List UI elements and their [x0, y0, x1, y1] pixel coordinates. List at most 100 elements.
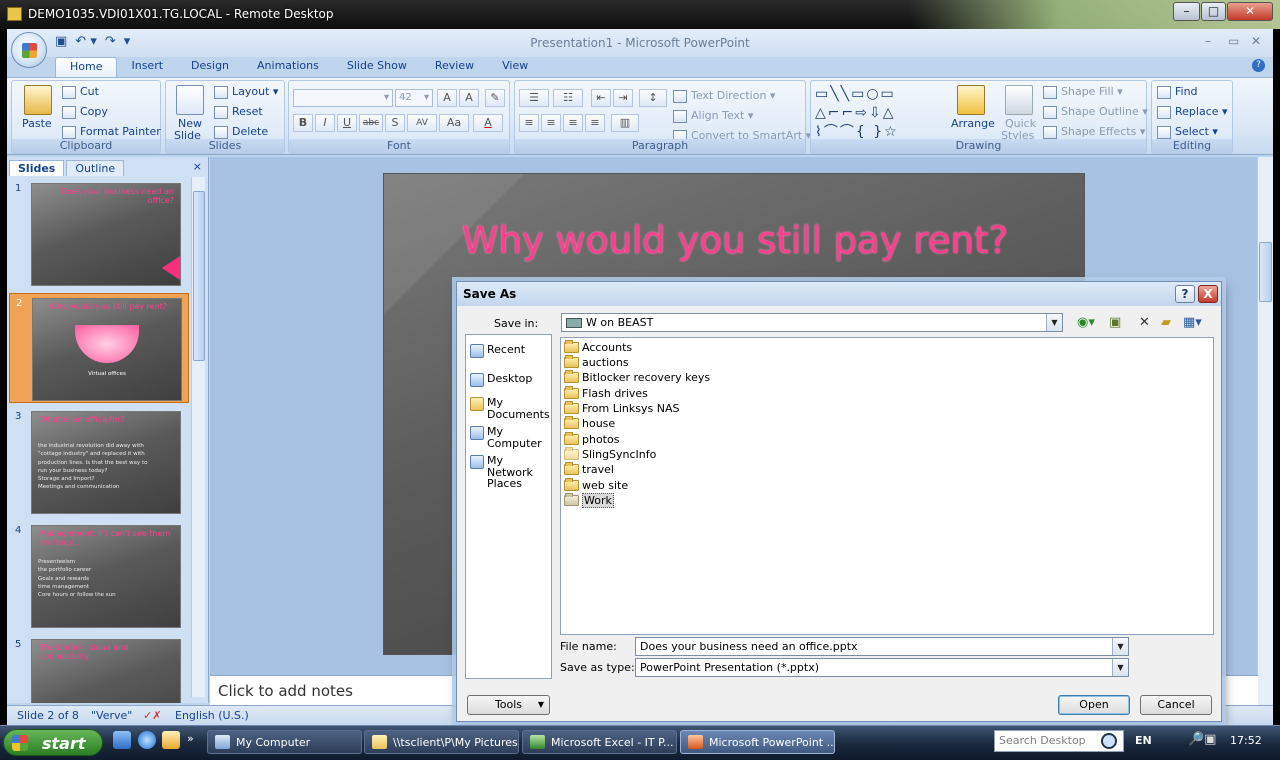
font-size-field[interactable]: 42 ▾ [395, 89, 433, 107]
chevron-right-icon[interactable]: » [187, 732, 194, 745]
slide-title[interactable]: Why would you still pay rent? [384, 219, 1084, 262]
spellcheck-icon[interactable]: ✓✗ [143, 709, 161, 722]
font-color-button[interactable]: A [473, 114, 503, 132]
shape-fill-button[interactable]: Shape Fill ▾ [1043, 85, 1123, 99]
change-case-button[interactable]: Aa [439, 114, 469, 132]
place-my-computer[interactable]: My Computer [470, 426, 550, 449]
tray-icons[interactable]: 🔎▣ [1188, 732, 1216, 747]
underline-button[interactable]: U [337, 114, 357, 132]
shape-effects-button[interactable]: Shape Effects ▾ [1043, 125, 1145, 139]
open-button[interactable]: Open [1058, 695, 1130, 715]
line-spacing-icon[interactable]: ↕ [639, 89, 667, 107]
app-minimize-icon[interactable]: – [1205, 34, 1211, 48]
shadow-button[interactable]: S [385, 114, 405, 132]
folder-item-selected[interactable]: Work [564, 492, 614, 508]
save-as-type-dropdown[interactable]: PowerPoint Presentation (*.pptx) ▼ [635, 658, 1129, 677]
folder-item[interactable]: Accounts [564, 339, 632, 354]
new-folder-icon[interactable]: ▰ [1161, 315, 1171, 330]
search-desktop-input[interactable]: Search Desktop [994, 730, 1124, 752]
close-button[interactable]: ✕ [1227, 2, 1273, 21]
tab-review[interactable]: Review [421, 57, 488, 77]
shape-outline-button[interactable]: Shape Outline ▾ [1043, 105, 1148, 119]
strikethrough-button[interactable]: abc [359, 114, 383, 132]
columns-icon[interactable]: ▥ [611, 114, 639, 132]
justify-icon[interactable]: ≡ [585, 114, 605, 132]
minimize-button[interactable]: – [1173, 2, 1200, 21]
outlook-icon[interactable] [162, 731, 180, 749]
layout-button[interactable]: Layout ▾ [214, 85, 278, 99]
tab-slides[interactable]: Slides [9, 160, 65, 176]
folder-item[interactable]: house [564, 415, 615, 430]
slide-thumbnail-2[interactable]: 2 Why would you still pay rent? Virtual … [9, 293, 189, 403]
internet-explorer-icon[interactable] [138, 731, 156, 749]
place-recent[interactable]: Recent [470, 344, 525, 358]
bullets-icon[interactable]: ☰ [519, 89, 549, 107]
folder-item[interactable]: travel [564, 461, 614, 476]
place-desktop[interactable]: Desktop [470, 373, 532, 387]
copy-button[interactable]: Copy [62, 105, 108, 119]
find-button[interactable]: Find [1157, 85, 1198, 99]
language[interactable]: English (U.S.) [175, 709, 249, 722]
clear-format-icon[interactable]: ✎ [485, 89, 505, 107]
back-icon[interactable]: ◉▾ [1077, 315, 1095, 330]
slide-thumbnail-1[interactable]: 1 Does your business need an office? [9, 179, 189, 289]
tab-outline[interactable]: Outline [66, 160, 125, 176]
increase-indent-icon[interactable]: ⇥ [613, 89, 633, 107]
cut-button[interactable]: Cut [62, 85, 99, 99]
maximize-button[interactable]: □ [1201, 2, 1226, 21]
scroll-thumb[interactable] [193, 191, 205, 361]
canvas-scrollbar[interactable] [1257, 157, 1273, 705]
language-indicator[interactable]: EN [1135, 734, 1152, 747]
chevron-down-icon[interactable]: ▼ [1112, 659, 1128, 676]
folder-item[interactable]: SlingSyncInfo [564, 446, 656, 461]
app-close-icon[interactable]: ✕ [1251, 34, 1261, 48]
reset-button[interactable]: Reset [214, 105, 263, 119]
folder-item[interactable]: Flash drives [564, 385, 648, 400]
file-name-field[interactable]: Does your business need an office.pptx ▼ [635, 637, 1129, 656]
numbering-icon[interactable]: ☷ [553, 89, 583, 107]
tools-button[interactable]: Tools ▼ [467, 695, 550, 715]
decrease-indent-icon[interactable]: ⇤ [591, 89, 611, 107]
tab-home[interactable]: Home [55, 57, 118, 77]
folder-item[interactable]: auctions [564, 354, 629, 369]
align-center-icon[interactable]: ≡ [541, 114, 561, 132]
align-right-icon[interactable]: ≡ [563, 114, 583, 132]
select-button[interactable]: Select ▾ [1157, 125, 1218, 139]
start-button[interactable]: start [3, 729, 103, 756]
folder-item[interactable]: Bitlocker recovery keys [564, 369, 710, 384]
clock[interactable]: 17:52 [1230, 734, 1262, 747]
tab-insert[interactable]: Insert [117, 57, 177, 77]
pane-scrollbar[interactable] [191, 177, 205, 697]
app-restore-icon[interactable]: ▭ [1228, 34, 1239, 48]
help-icon[interactable]: ? [1252, 59, 1265, 72]
taskbar-powerpoint[interactable]: Microsoft PowerPoint ... [680, 730, 835, 754]
bold-button[interactable]: B [293, 114, 313, 132]
place-my-documents[interactable]: My Documents [470, 397, 550, 420]
chevron-down-icon[interactable]: ▼ [1112, 638, 1128, 655]
taskbar-excel[interactable]: Microsoft Excel - IT P... [522, 730, 677, 754]
tab-design[interactable]: Design [177, 57, 243, 77]
slide-thumbnail-4[interactable]: 4 Management: If I can't see them are th… [9, 521, 189, 631]
grow-font-icon[interactable]: A [437, 89, 457, 107]
slide-thumbnail-5[interactable]: 5 The barber, cloud and connectivity [9, 635, 189, 703]
dialog-close-button[interactable]: X [1198, 285, 1218, 303]
delete-button[interactable]: Delete [214, 125, 268, 139]
tab-view[interactable]: View [488, 57, 542, 77]
up-folder-icon[interactable]: ▣ [1109, 315, 1121, 330]
shrink-font-icon[interactable]: A [459, 89, 479, 107]
taskbar-my-pictures[interactable]: \\tsclient\P\My Pictures [364, 730, 519, 754]
arrange-button[interactable]: Arrange [951, 117, 995, 130]
folder-item[interactable]: photos [564, 431, 619, 446]
delete-icon[interactable]: ✕ [1139, 315, 1150, 330]
show-desktop-icon[interactable] [113, 731, 131, 749]
taskbar-my-computer[interactable]: My Computer [207, 730, 362, 754]
folder-item[interactable]: web site [564, 477, 628, 492]
tab-slide-show[interactable]: Slide Show [333, 57, 421, 77]
cancel-button[interactable]: Cancel [1140, 695, 1212, 715]
align-text-button[interactable]: Align Text ▾ [673, 109, 753, 123]
save-in-dropdown[interactable]: W on BEAST ▼ [561, 313, 1063, 332]
paste-button[interactable]: Paste [22, 117, 52, 130]
slide-thumbnail-3[interactable]: 3 What is an office for? the industrial … [9, 407, 189, 517]
folder-item[interactable]: From Linksys NAS [564, 400, 679, 415]
search-icon[interactable] [1101, 733, 1117, 749]
